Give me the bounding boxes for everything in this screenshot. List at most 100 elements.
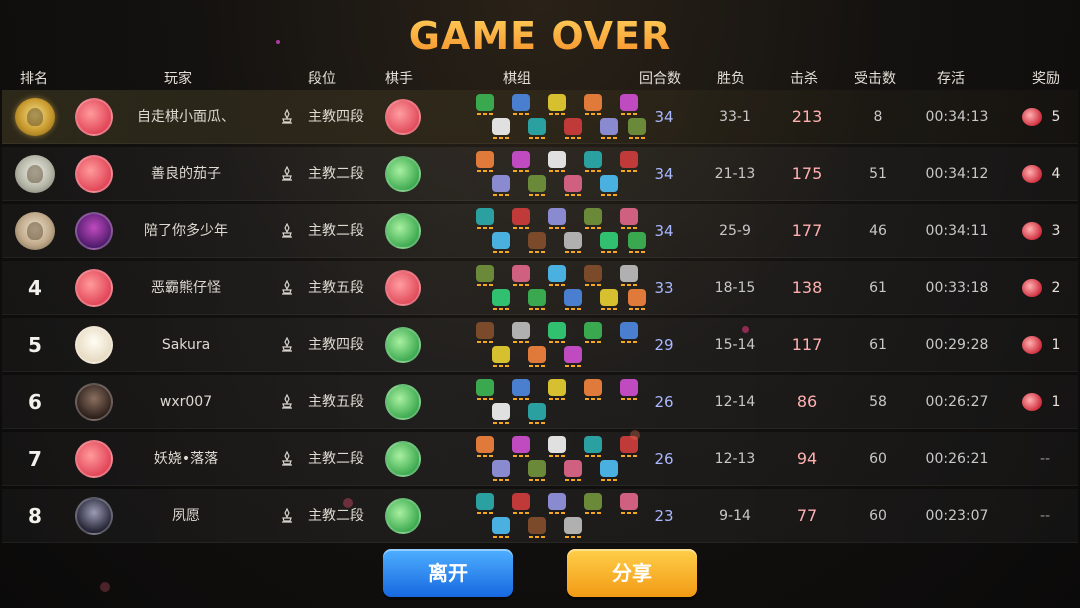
lineup-unit-icon[interactable] xyxy=(584,151,602,172)
lineup-unit-icon[interactable] xyxy=(476,265,494,286)
lineup-unit-icon[interactable] xyxy=(476,208,494,229)
lineup-unit-icon[interactable] xyxy=(600,118,618,139)
lineup-unit-icon[interactable] xyxy=(620,94,638,115)
player-avatar[interactable] xyxy=(75,440,113,478)
lineup-unit-icon[interactable] xyxy=(600,175,618,196)
lineup-unit-icon[interactable] xyxy=(628,118,646,139)
lineup-unit-icon[interactable] xyxy=(620,322,638,343)
chess-hero-icon[interactable] xyxy=(385,327,421,363)
lineup-unit-icon[interactable] xyxy=(584,493,602,514)
lineup-unit-icon[interactable] xyxy=(620,493,638,514)
lineup-unit-icon[interactable] xyxy=(476,493,494,514)
lineup-unit-icon[interactable] xyxy=(548,322,566,343)
lineup-unit-icon[interactable] xyxy=(528,460,546,481)
lineup-unit-icon[interactable] xyxy=(628,289,646,310)
lineup-unit-icon[interactable] xyxy=(548,436,566,457)
lineup-unit-icon[interactable] xyxy=(476,151,494,172)
lineup-unit-icon[interactable] xyxy=(512,208,530,229)
lineup-unit-icon[interactable] xyxy=(492,175,510,196)
lineup-unit-icon[interactable] xyxy=(492,403,510,424)
player-name[interactable]: Sakura xyxy=(162,318,210,372)
player-name[interactable]: 自走棋小面瓜、 xyxy=(137,90,235,144)
chess-hero-icon[interactable] xyxy=(385,498,421,534)
lineup-unit-icon[interactable] xyxy=(548,379,566,400)
player-avatar[interactable] xyxy=(75,155,113,193)
player-name[interactable]: 夙愿 xyxy=(172,489,200,543)
lineup-unit-icon[interactable] xyxy=(548,265,566,286)
player-avatar[interactable] xyxy=(75,383,113,421)
lineup-unit-icon[interactable] xyxy=(528,346,546,367)
table-row: 5 Sakura 主教四段 29 15-14 117 61 00:29:28 1 xyxy=(2,318,1078,372)
lineup-unit-icon[interactable] xyxy=(564,289,582,310)
lineup-unit-icon[interactable] xyxy=(564,232,582,253)
lineup-unit-icon[interactable] xyxy=(476,94,494,115)
lineup-unit-icon[interactable] xyxy=(512,151,530,172)
lineup-unit-icon[interactable] xyxy=(584,379,602,400)
player-avatar[interactable] xyxy=(75,326,113,364)
lineup-unit-icon[interactable] xyxy=(512,322,530,343)
lineup-unit-icon[interactable] xyxy=(548,94,566,115)
lineup-unit-icon[interactable] xyxy=(528,517,546,538)
lineup-unit-icon[interactable] xyxy=(512,94,530,115)
lineup-unit-icon[interactable] xyxy=(528,289,546,310)
lineup-unit-icon[interactable] xyxy=(476,436,494,457)
chess-hero-icon[interactable] xyxy=(385,441,421,477)
lineup-unit-icon[interactable] xyxy=(620,265,638,286)
lineup-unit-icon[interactable] xyxy=(620,151,638,172)
lineup-unit-icon[interactable] xyxy=(620,208,638,229)
player-avatar[interactable] xyxy=(75,98,113,136)
lineup-unit-icon[interactable] xyxy=(512,436,530,457)
lineup-unit-icon[interactable] xyxy=(584,208,602,229)
lineup-unit-icon[interactable] xyxy=(528,232,546,253)
player-name[interactable]: 恶霸熊仔怪 xyxy=(151,261,221,315)
lineup-unit-icon[interactable] xyxy=(476,379,494,400)
lineup-unit-icon[interactable] xyxy=(600,460,618,481)
lineup-unit-icon[interactable] xyxy=(476,322,494,343)
lineup-unit-icon[interactable] xyxy=(512,379,530,400)
lineup-unit-icon[interactable] xyxy=(492,460,510,481)
lineup-unit-icon[interactable] xyxy=(512,265,530,286)
lineup-unit-icon[interactable] xyxy=(584,436,602,457)
chess-hero-icon[interactable] xyxy=(385,156,421,192)
lineup-unit-icon[interactable] xyxy=(564,118,582,139)
lineup-unit-icon[interactable] xyxy=(548,208,566,229)
lineup-unit-icon[interactable] xyxy=(492,346,510,367)
player-avatar[interactable] xyxy=(75,212,113,250)
lineup-unit-icon[interactable] xyxy=(528,118,546,139)
sparkle-decoration xyxy=(276,40,280,44)
win-loss-value: 18-15 xyxy=(714,280,756,296)
player-name[interactable]: 陪了你多少年 xyxy=(144,204,228,258)
lineup-unit-icon[interactable] xyxy=(584,94,602,115)
lineup-unit-icon[interactable] xyxy=(528,175,546,196)
lineup-unit-icon[interactable] xyxy=(564,517,582,538)
player-name[interactable]: wxr007 xyxy=(160,375,212,429)
leave-button[interactable]: 离开 xyxy=(383,549,513,597)
player-avatar[interactable] xyxy=(75,269,113,307)
lineup-unit-icon[interactable] xyxy=(492,232,510,253)
chess-hero-icon[interactable] xyxy=(385,99,421,135)
lineup-unit-icon[interactable] xyxy=(492,118,510,139)
lineup-unit-icon[interactable] xyxy=(584,322,602,343)
lineup-unit-icon[interactable] xyxy=(600,232,618,253)
share-button[interactable]: 分享 xyxy=(567,549,697,597)
player-avatar[interactable] xyxy=(75,497,113,535)
lineup-unit-icon[interactable] xyxy=(492,289,510,310)
hits-taken-value: 61 xyxy=(869,337,887,353)
lineup-unit-icon[interactable] xyxy=(628,232,646,253)
lineup-unit-icon[interactable] xyxy=(620,379,638,400)
player-name[interactable]: 善良的茄子 xyxy=(151,147,221,201)
lineup-unit-icon[interactable] xyxy=(512,493,530,514)
player-name[interactable]: 妖娆•落落 xyxy=(154,432,218,486)
lineup-unit-icon[interactable] xyxy=(564,346,582,367)
lineup-unit-icon[interactable] xyxy=(548,493,566,514)
lineup-unit-icon[interactable] xyxy=(528,403,546,424)
lineup-unit-icon[interactable] xyxy=(564,460,582,481)
lineup-unit-icon[interactable] xyxy=(548,151,566,172)
lineup-unit-icon[interactable] xyxy=(564,175,582,196)
chess-hero-icon[interactable] xyxy=(385,384,421,420)
chess-hero-icon[interactable] xyxy=(385,270,421,306)
lineup-unit-icon[interactable] xyxy=(492,517,510,538)
lineup-unit-icon[interactable] xyxy=(600,289,618,310)
chess-hero-icon[interactable] xyxy=(385,213,421,249)
lineup-unit-icon[interactable] xyxy=(584,265,602,286)
